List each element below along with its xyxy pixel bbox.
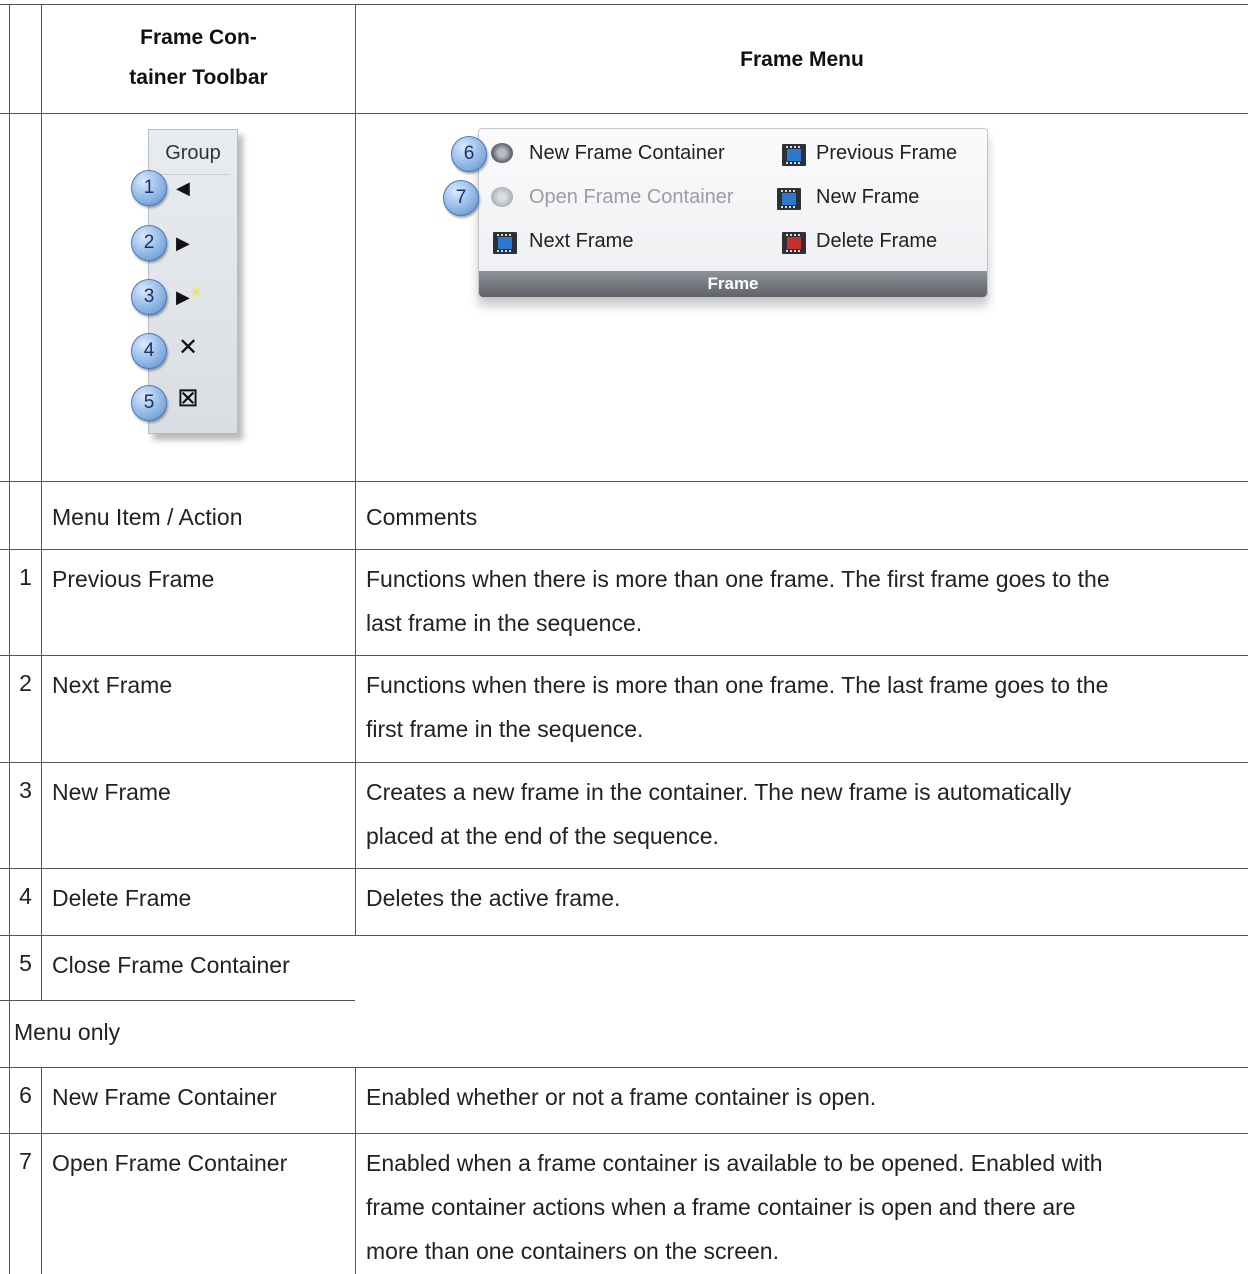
row-number: 4 [19,883,32,909]
callout-4: 4 [131,333,167,369]
grid-line [355,1067,356,1274]
toolbar-separator [157,174,229,175]
close-frame-container-icon[interactable]: ⊠ [177,382,199,412]
grid-line [0,655,1248,656]
new-frame-arrow: ▶ [176,287,190,307]
header-toolbar: Frame Con- tainer Toolbar [42,18,355,98]
row-number: 1 [19,564,32,590]
row-number: 7 [19,1148,32,1174]
row-item: Open Frame Container [52,1150,288,1176]
grid-line [0,4,1248,5]
new-star-icon: ✳ [189,284,203,301]
new-frame-container-icon[interactable] [491,143,513,163]
callout-7: 7 [443,180,479,216]
previous-frame-icon[interactable]: ◀ [176,173,190,203]
header-frame-menu: Frame Menu [740,48,864,71]
grid-line [0,1000,355,1001]
ribbon-item-new-frame[interactable]: New Frame [816,183,919,211]
open-frame-container-icon [491,187,513,207]
grid-line [41,4,42,1000]
row-comment-line: Enabled when a frame container is availa… [366,1150,1103,1176]
new-frame-icon[interactable]: ▶✳ [176,282,202,312]
col-header-menu-item: Menu Item / Action [52,504,243,530]
previous-frame-icon[interactable] [782,144,806,166]
callout-5: 5 [131,385,167,421]
row-comment-line: last frame in the sequence. [366,610,643,636]
row-item: Delete Frame [52,885,192,911]
grid-line [0,1067,1248,1068]
row-comment-line: placed at the end of the sequence. [366,823,719,849]
delete-frame-icon[interactable] [782,232,806,254]
row-item: New Frame Container [52,1084,277,1110]
new-frame-icon[interactable] [777,188,801,210]
row-number: 2 [19,670,32,696]
header-toolbar-line1: Frame Con- [140,26,257,49]
row-number: 3 [19,777,32,803]
header-toolbar-line2: tainer Toolbar [129,66,268,89]
row-comment-line: Functions when there is more than one fr… [366,672,1109,698]
row-item: New Frame [52,779,171,805]
callout-3: 3 [131,279,167,315]
frame-ribbon-group: New Frame Container Open Frame Container… [478,128,988,298]
grid-line [0,935,1248,936]
grid-line [0,868,1248,869]
row-comment-line: Creates a new frame in the container. Th… [366,779,1072,805]
grid-line [0,113,1248,114]
row-item: Close Frame Container [52,952,290,978]
grid-line [0,1133,1248,1134]
grid-line [0,762,1248,763]
col-header-comments: Comments [366,504,478,530]
ribbon-item-open-frame-container: Open Frame Container [529,186,734,208]
row-comment-line: Functions when there is more than one fr… [366,566,1110,592]
next-frame-icon[interactable]: ▶ [176,228,190,258]
toolbar-group-title: Group [165,142,221,164]
grid-line [0,549,1248,550]
row-item: Previous Frame [52,566,215,592]
callout-6: 6 [451,136,487,172]
ribbon-item-new-frame-container[interactable]: New Frame Container [529,139,725,167]
section-label: Menu only [14,1019,121,1045]
callout-1: 1 [131,170,167,206]
row-comment-line: Enabled whether or not a frame container… [366,1084,877,1110]
ribbon-group-label: Frame [479,271,987,297]
ribbon-item-previous-frame[interactable]: Previous Frame [816,139,957,167]
row-item: Next Frame [52,672,173,698]
row-comment-line: more than one containers on the screen. [366,1238,779,1264]
grid-line [355,4,356,935]
delete-frame-icon[interactable]: ✕ [178,333,198,363]
row-comment-line: Deletes the active frame. [366,885,621,911]
row-number: 5 [19,950,32,976]
next-frame-icon[interactable] [493,232,517,254]
row-number: 6 [19,1082,32,1108]
row-comment-line: first frame in the sequence. [366,716,644,742]
grid-line [0,481,1248,482]
ribbon-item-next-frame[interactable]: Next Frame [529,227,633,255]
row-comment-line: frame container actions when a frame con… [366,1194,1076,1220]
callout-2: 2 [131,225,167,261]
ribbon-item-delete-frame[interactable]: Delete Frame [816,227,937,255]
